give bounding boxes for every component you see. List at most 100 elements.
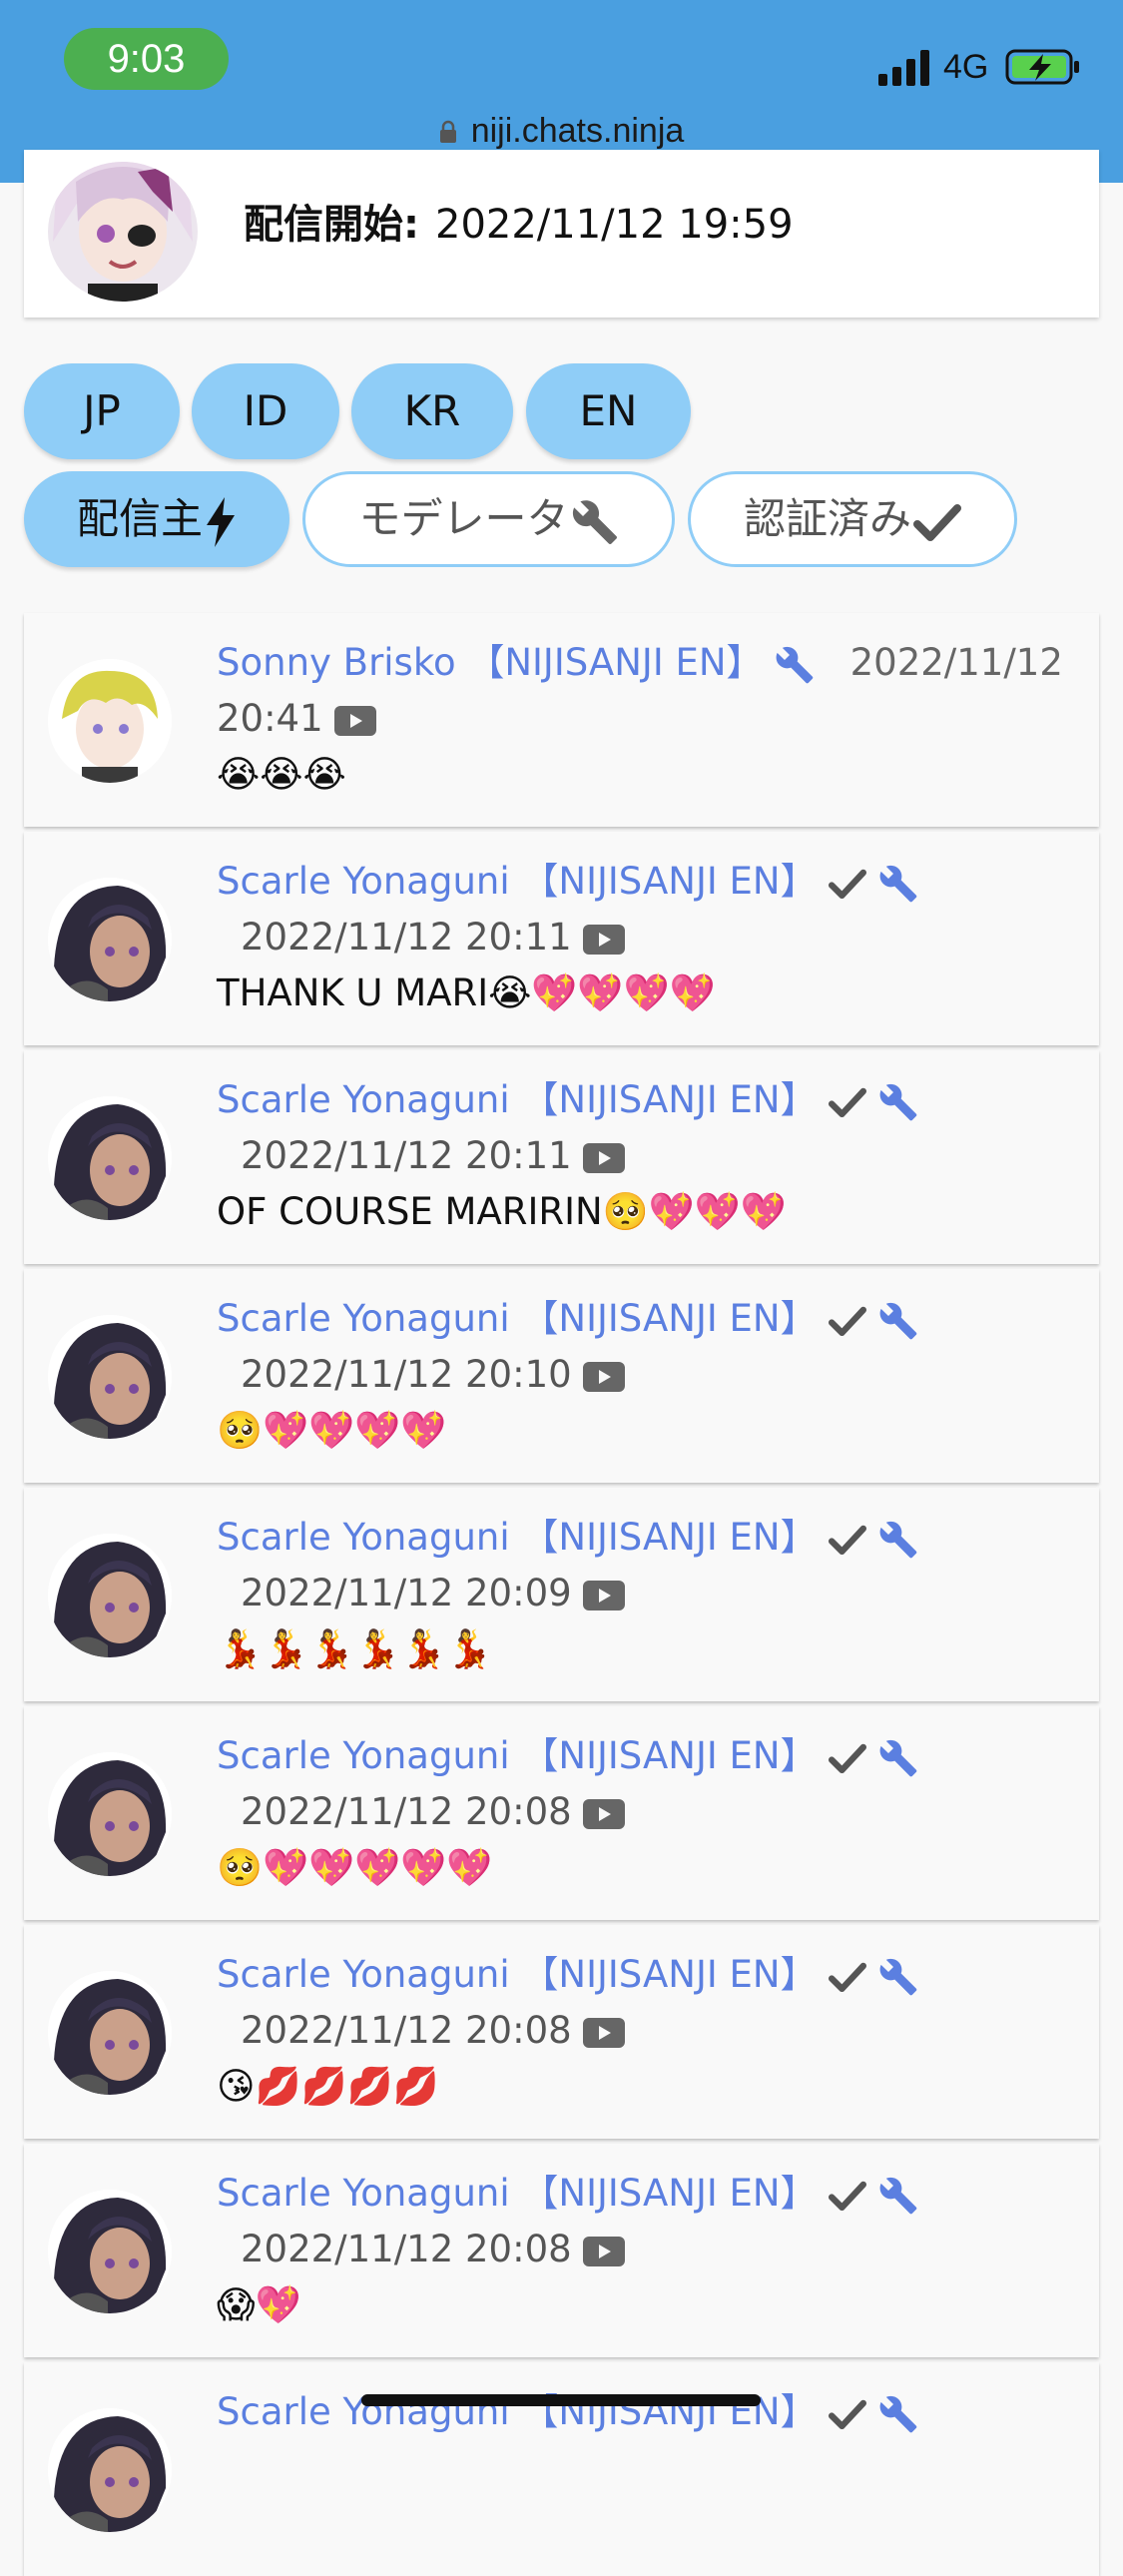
check-icon [829,1743,867,1773]
address-bar[interactable]: niji.chats.ninja [0,112,1123,151]
check-icon [829,2181,867,2211]
message-text: THANK U MARI😭💖💖💖💖 [217,971,716,1014]
author-avatar[interactable] [48,2190,172,2313]
author-avatar[interactable] [48,878,172,1001]
check-icon [829,1087,867,1117]
message-datetime: 2022/11/12 20:08 [241,1790,572,1833]
author-avatar[interactable] [48,1534,172,1657]
chat-message[interactable]: Sonny Brisko 【NIJISANJI EN】 2022/11/12 20… [24,613,1099,827]
chat-message[interactable]: Scarle Yonaguni 【NIJISANJI EN】 2022/11/1… [24,832,1099,1045]
chat-message[interactable]: Scarle Yonaguni 【NIJISANJI EN】 2022/11/1… [24,1706,1099,1920]
message-header: Scarle Yonaguni 【NIJISANJI EN】 [217,1728,1085,1784]
author-name[interactable]: Scarle Yonaguni 【NIJISANJI EN】 [217,860,818,903]
filter-kr-button[interactable]: KR [351,363,513,459]
signal-icon [878,50,929,86]
message-time-line: 2022/11/12 20:08 [241,1784,626,1840]
author-name[interactable]: Scarle Yonaguni 【NIJISANJI EN】 [217,1516,818,1559]
youtube-icon[interactable] [583,1798,626,1829]
youtube-icon[interactable] [334,705,377,736]
check-icon [829,869,867,899]
filter-id-label: ID [243,386,288,435]
author-name[interactable]: Scarle Yonaguni 【NIJISANJI EN】 [217,1953,818,1996]
filter-moderator-button[interactable]: モデレータ [302,471,675,567]
url-text: niji.chats.ninja [470,112,685,150]
chat-message[interactable]: Scarle Yonaguni 【NIJISANJI EN】 2022/11/1… [24,1269,1099,1483]
chat-message[interactable]: Scarle Yonaguni 【NIJISANJI EN】 2022/11/1… [24,2144,1099,2357]
wrench-icon [879,1958,917,1995]
message-time-line: 2022/11/12 20:11 [241,910,626,966]
message-datetime: 2022/11/12 20:11 [241,1134,572,1177]
check-icon [913,503,961,541]
check-icon [829,1525,867,1555]
filter-verified-button[interactable]: 認証済み [688,471,1017,567]
streamer-avatar [48,162,198,302]
wrench-icon [879,2395,917,2432]
chat-message[interactable]: Scarle Yonaguni 【NIJISANJI EN】 2022/11/1… [24,1488,1099,1701]
wrench-icon [879,1739,917,1776]
message-time-line: 2022/11/12 20:11 [241,1128,626,1184]
youtube-icon[interactable] [583,1361,626,1392]
youtube-icon[interactable] [583,1580,626,1610]
message-header: Scarle Yonaguni 【NIJISANJI EN】 [217,1291,1085,1347]
stream-start-time: 2022/11/12 19:59 [435,202,794,248]
wrench-icon [572,499,617,544]
author-avatar[interactable] [48,1096,172,1220]
message-header: Scarle Yonaguni 【NIJISANJI EN】 [217,1072,1085,1128]
author-avatar[interactable] [48,1752,172,1876]
check-icon [829,2399,867,2429]
chat-message[interactable]: Scarle Yonaguni 【NIJISANJI EN】 2022/11/1… [24,1050,1099,1264]
filter-verified-label: 認証済み [743,494,911,543]
message-time-line: 2022/11/12 20:08 [241,2222,626,2277]
check-icon [829,1306,867,1336]
network-type: 4G [943,48,989,86]
wrench-icon [879,1302,917,1339]
stream-start: 配信開始: 2022/11/12 19:59 [244,192,794,250]
filter-streamer-button[interactable]: 配信主 [24,471,289,567]
message-text: 😘💋💋💋💋 [217,2065,439,2108]
message-header: Scarle Yonaguni 【NIJISANJI EN】 [217,1947,1085,2003]
author-avatar[interactable] [48,1971,172,2095]
filter-streamer-label: 配信主 [76,494,203,543]
home-indicator[interactable] [361,2394,761,2406]
message-datetime: 2022/11/12 20:11 [241,916,572,959]
message-time: 20:41 [217,697,323,740]
author-name[interactable]: Scarle Yonaguni 【NIJISANJI EN】 [217,2172,818,2215]
filter-en-button[interactable]: EN [526,363,691,459]
author-name[interactable]: Sonny Brisko 【NIJISANJI EN】 [217,641,764,684]
message-text: 😱💖 [217,2283,301,2326]
message-time-line: 20:41 [217,691,377,747]
message-header: Scarle Yonaguni 【NIJISANJI EN】 [217,2166,1085,2222]
filter-kr-label: KR [403,386,461,435]
stream-start-label: 配信開始: [244,202,419,248]
message-time-line: 2022/11/12 20:10 [241,1347,626,1403]
author-name[interactable]: Scarle Yonaguni 【NIJISANJI EN】 [217,1734,818,1777]
message-header: Scarle Yonaguni 【NIJISANJI EN】 [217,1510,1085,1566]
message-text: 💃💃💃💃💃💃 [217,1627,493,1670]
bolt-icon [207,496,235,547]
message-text: 🥺💖💖💖💖 [217,1409,447,1452]
youtube-icon[interactable] [583,1142,626,1173]
author-avatar[interactable] [48,1315,172,1439]
youtube-icon[interactable] [583,924,626,955]
chat-message[interactable]: Scarle Yonaguni 【NIJISANJI EN】 2022/11/1… [24,1925,1099,2139]
filter-id-button[interactable]: ID [192,363,339,459]
message-time-line: 2022/11/12 20:08 [241,2003,626,2059]
message-datetime: 2022/11/12 20:08 [241,2228,572,2270]
author-avatar[interactable] [48,659,172,783]
message-header: Scarle Yonaguni 【NIJISANJI EN】 [217,854,1085,910]
message-header: Sonny Brisko 【NIJISANJI EN】 2022/11/12 [217,635,1085,691]
check-icon [829,1962,867,1992]
author-name[interactable]: Scarle Yonaguni 【NIJISANJI EN】 [217,1297,818,1340]
youtube-icon[interactable] [583,2017,626,2048]
filter-jp-button[interactable]: JP [24,363,180,459]
status-time: 9:03 [64,28,229,90]
filter-en-label: EN [579,386,638,435]
wrench-icon [776,646,814,683]
youtube-icon[interactable] [583,2236,626,2266]
message-date: 2022/11/12 [849,641,1063,684]
message-text: OF COURSE MARIRIN🥺💖💖💖 [217,1190,787,1233]
wrench-icon [879,1521,917,1558]
message-datetime: 2022/11/12 20:09 [241,1572,572,1614]
author-name[interactable]: Scarle Yonaguni 【NIJISANJI EN】 [217,1078,818,1121]
author-avatar[interactable] [48,2408,172,2532]
